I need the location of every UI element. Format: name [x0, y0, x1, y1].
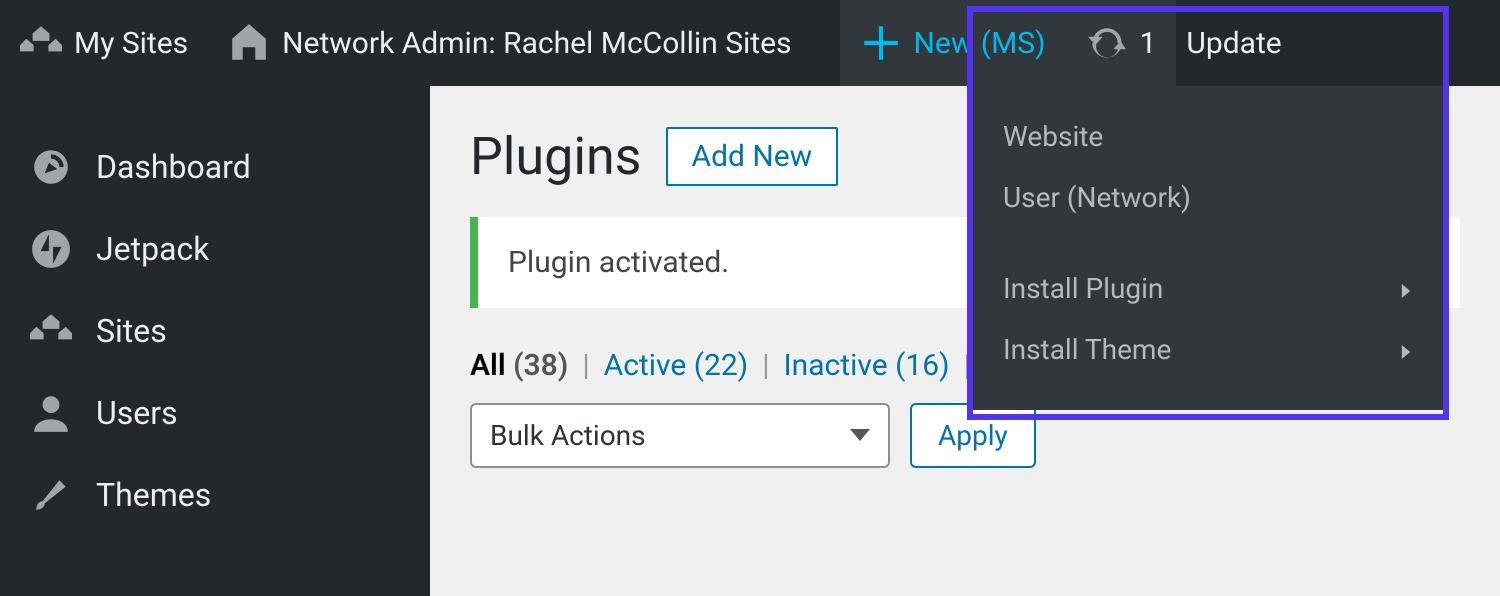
chevron-right-icon [1399, 333, 1413, 366]
refresh-icon [1086, 22, 1128, 64]
sidebar-label: Jetpack [96, 230, 209, 268]
chevron-right-icon [1399, 272, 1413, 305]
sidebar-label: Themes [96, 476, 211, 514]
updates-text[interactable]: Update [1176, 0, 1301, 86]
filter-inactive[interactable]: Inactive (16) [784, 348, 950, 383]
dropdown-label: Install Theme [1003, 333, 1171, 366]
dropdown-item-user[interactable]: User (Network) [973, 167, 1443, 228]
dashboard-icon [30, 146, 72, 188]
bulk-select-label: Bulk Actions [490, 419, 646, 452]
dropdown-label: Website [1003, 120, 1103, 153]
network-admin-label: Network Admin: Rachel McCollin Sites [282, 26, 791, 61]
dropdown-label: Install Plugin [1003, 272, 1163, 305]
dropdown-item-install-plugin[interactable]: Install Plugin [973, 258, 1443, 319]
page-title: Plugins [470, 126, 642, 187]
updates-label: Update [1186, 26, 1281, 61]
apply-button[interactable]: Apply [910, 403, 1036, 468]
dropdown-label: User (Network) [1003, 181, 1191, 214]
new-content-label: New (MS) [914, 26, 1046, 61]
my-sites-label: My Sites [74, 26, 188, 61]
notice-text: Plugin activated. [508, 245, 729, 280]
my-sites-menu[interactable]: My Sites [0, 0, 208, 86]
bulk-actions-row: Bulk Actions Apply [470, 403, 1460, 468]
sidebar-label: Sites [96, 312, 167, 350]
chevron-down-icon [850, 419, 870, 452]
home-icon [228, 22, 270, 64]
sidebar-label: Users [96, 394, 178, 432]
sidebar-item-themes[interactable]: Themes [0, 454, 430, 536]
multisite-icon [30, 310, 72, 352]
new-content-dropdown: Website User (Network) Install Plugin In… [973, 86, 1443, 410]
brush-icon [30, 474, 72, 516]
sidebar-label: Dashboard [96, 148, 251, 186]
jetpack-icon [30, 228, 72, 270]
filter-active[interactable]: Active (22) [604, 348, 749, 383]
filter-all[interactable]: All (38) [470, 348, 568, 383]
bulk-actions-select[interactable]: Bulk Actions [470, 403, 890, 468]
dropdown-item-website[interactable]: Website [973, 106, 1443, 167]
sidebar-item-jetpack[interactable]: Jetpack [0, 208, 430, 290]
admin-sidebar: Dashboard Jetpack Sites Users Themes [0, 86, 430, 596]
sidebar-item-sites[interactable]: Sites [0, 290, 430, 372]
network-admin-menu[interactable]: Network Admin: Rachel McCollin Sites [208, 0, 811, 86]
multisite-icon [20, 22, 62, 64]
plus-icon [860, 22, 902, 64]
updates-menu[interactable]: 1 [1066, 0, 1177, 86]
sidebar-item-dashboard[interactable]: Dashboard [0, 126, 430, 208]
admin-toolbar: My Sites Network Admin: Rachel McCollin … [0, 0, 1500, 86]
dropdown-item-install-theme[interactable]: Install Theme [973, 319, 1443, 380]
add-new-button[interactable]: Add New [666, 127, 839, 186]
sidebar-item-users[interactable]: Users [0, 372, 430, 454]
new-content-menu[interactable]: New (MS) [840, 0, 1066, 86]
user-icon [30, 392, 72, 434]
updates-count: 1 [1140, 26, 1157, 61]
